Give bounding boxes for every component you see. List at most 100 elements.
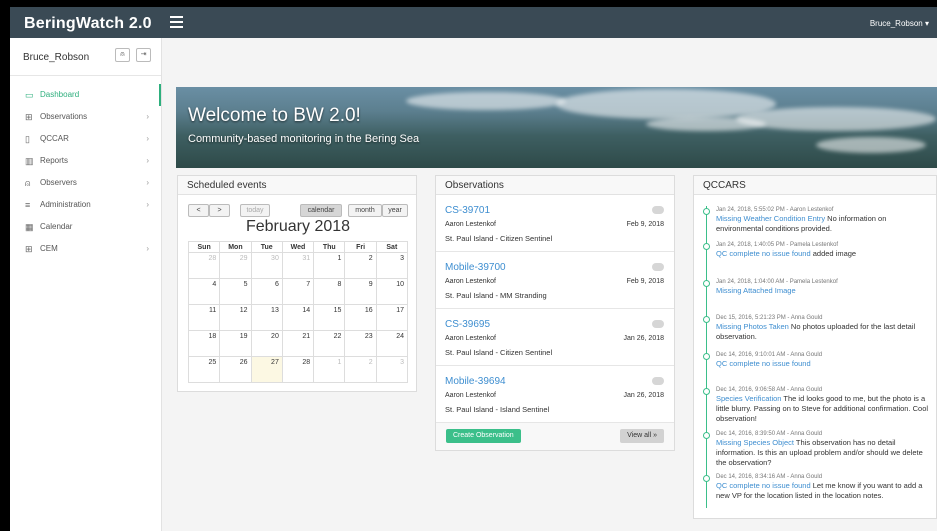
sidebar-item-reports[interactable]: ▥ Reports ›: [10, 150, 161, 172]
calendar-day-today[interactable]: 27: [250, 356, 283, 383]
qccar-entry: Jan 24, 2018, 1:40:05 PM - Pamela Lesten…: [703, 242, 931, 259]
comment-count-badge: [652, 320, 664, 328]
calendar-day[interactable]: 22: [313, 330, 346, 357]
calendar-day[interactable]: 25: [187, 356, 221, 383]
next-month-button[interactable]: >: [209, 204, 230, 217]
sidebar-item-label: Observers: [40, 178, 77, 187]
weekday-header: Fri: [344, 241, 377, 253]
calendar-month-title: February 2018: [245, 218, 351, 235]
create-observation-button[interactable]: Create Observation: [446, 429, 521, 443]
binoculars-icon: ⊞: [25, 112, 33, 122]
qccar-body: Missing Weather Condition Entry No infor…: [716, 214, 931, 234]
clipboard-icon: ▯: [25, 134, 30, 144]
qccar-type-link[interactable]: Missing Weather Condition Entry: [716, 214, 825, 223]
calendar-day[interactable]: 2: [344, 356, 377, 383]
observation-item: CS-39701 Aaron Lestenkof Feb 9, 2018 St. Pa…: [436, 195, 674, 252]
qccar-type-link[interactable]: Missing Species Object: [716, 438, 794, 447]
calendar-day[interactable]: 3: [375, 252, 409, 279]
calendar-day[interactable]: 17: [375, 304, 409, 331]
calendar-day[interactable]: 11: [187, 304, 221, 331]
qccar-body: Missing Attached Image: [716, 286, 931, 296]
weekday-header: Mon: [219, 241, 252, 253]
qccar-meta: Dec 14, 2016, 9:06:58 AM - Anna Gould: [716, 387, 823, 393]
qccar-type-link[interactable]: Species Verification: [716, 394, 781, 403]
user-menu-dropdown[interactable]: Bruce_Robson ▾: [870, 19, 929, 28]
month-view-button[interactable]: month: [348, 204, 382, 217]
observer-name: Aaron Lestenkof: [445, 278, 496, 285]
observation-id-link[interactable]: CS-39695: [445, 319, 665, 330]
view-all-button[interactable]: View all »: [620, 429, 664, 443]
calendar-day[interactable]: 3: [375, 356, 409, 383]
sidebar-item-observations[interactable]: ⊞ Observations ›: [10, 106, 161, 128]
hero-title: Welcome to BW 2.0!: [188, 105, 361, 126]
sidebar-item-administration[interactable]: ≡ Administration ›: [10, 194, 161, 216]
calendar-day[interactable]: 10: [375, 278, 409, 305]
qccar-type-link[interactable]: QC complete no issue found: [716, 481, 811, 490]
calendar-day[interactable]: 21: [281, 330, 315, 357]
calendar-day[interactable]: 23: [344, 330, 377, 357]
logout-icon[interactable]: ⇥: [136, 48, 151, 62]
sidebar-item-cem[interactable]: ⊞ CEM ›: [10, 238, 161, 260]
calendar-view-button[interactable]: calendar: [300, 204, 342, 217]
year-view-button[interactable]: year: [382, 204, 408, 217]
calendar-day[interactable]: 8: [313, 278, 346, 305]
sidebar-user-panel: Bruce_Robson ⍝ ⇥: [10, 38, 161, 76]
calendar-day[interactable]: 14: [281, 304, 315, 331]
observation-id-link[interactable]: Mobile-39694: [445, 376, 665, 387]
chevron-right-icon: ›: [146, 112, 149, 121]
weekday-header: Sat: [375, 241, 409, 253]
qccars-panel: QCCARS Jan 24, 2018, 5:55:02 PM - Aaron …: [693, 175, 937, 519]
qccar-entry: Dec 14, 2016, 9:10:01 AM - Anna Gould QC …: [703, 352, 931, 369]
observations-panel: Observations CS-39701 Aaron Lestenkof Feb …: [435, 175, 675, 451]
qccar-type-link[interactable]: Missing Attached Image: [716, 286, 796, 295]
calendar-day[interactable]: 9: [344, 278, 377, 305]
observation-id-link[interactable]: Mobile-39700: [445, 262, 665, 273]
calendar-day[interactable]: 20: [250, 330, 283, 357]
profile-icon[interactable]: ⍝: [115, 48, 130, 62]
calendar-day[interactable]: 29: [219, 252, 252, 279]
calendar-day[interactable]: 1: [313, 356, 346, 383]
observation-item: Mobile-39694 Aaron Lestenkof Jan 26, 2018 S…: [436, 366, 674, 423]
calendar-day[interactable]: 26: [219, 356, 252, 383]
panel-title: Observations: [436, 176, 674, 195]
sidebar-item-qccar[interactable]: ▯ QCCAR ›: [10, 128, 161, 150]
chevron-right-icon: ›: [146, 134, 149, 143]
calendar-day[interactable]: 28: [187, 252, 221, 279]
sidebar-item-dashboard[interactable]: ▭ Dashboard: [10, 84, 161, 106]
calendar-day[interactable]: 31: [281, 252, 315, 279]
sidebar-item-calendar[interactable]: ▦ Calendar: [10, 216, 161, 238]
observation-location: St. Paul Island - Citizen Sentinel: [445, 348, 553, 357]
calendar-day[interactable]: 16: [344, 304, 377, 331]
calendar-day[interactable]: 19: [219, 330, 252, 357]
prev-month-button[interactable]: <: [188, 204, 209, 217]
menu-icon: ≡: [25, 200, 31, 210]
calendar-day[interactable]: 5: [219, 278, 252, 305]
timeline-dot-icon: [703, 243, 710, 250]
brand-logo[interactable]: BeringWatch 2.0: [24, 15, 152, 33]
sidebar-item-observers[interactable]: ⍝ Observers ›: [10, 172, 161, 194]
observer-name: Aaron Lestenkof: [445, 221, 496, 228]
calendar-day[interactable]: 4: [187, 278, 221, 305]
qccar-type-link[interactable]: Missing Photos Taken: [716, 322, 789, 331]
timeline-dot-icon: [703, 280, 710, 287]
calendar-day[interactable]: 6: [250, 278, 283, 305]
qccar-type-link[interactable]: QC complete no issue found: [716, 359, 811, 368]
calendar-day[interactable]: 18: [187, 330, 221, 357]
calendar-day[interactable]: 24: [375, 330, 409, 357]
calendar-day[interactable]: 15: [313, 304, 346, 331]
observation-id-link[interactable]: CS-39701: [445, 205, 665, 216]
calendar-day[interactable]: 28: [281, 356, 315, 383]
calendar-day[interactable]: 2: [344, 252, 377, 279]
calendar-day[interactable]: 12: [219, 304, 252, 331]
sidebar-menu: ▭ Dashboard ⊞ Observations › ▯ QCCAR › ▥ Reports ›…: [10, 84, 161, 260]
qccar-entry: Jan 24, 2018, 5:55:02 PM - Aaron Lestenk…: [703, 207, 931, 234]
qccar-type-link[interactable]: QC complete no issue found: [716, 249, 811, 258]
calendar-day[interactable]: 30: [250, 252, 283, 279]
hamburger-menu-icon[interactable]: [170, 16, 183, 28]
calendar-day[interactable]: 1: [313, 252, 346, 279]
today-button[interactable]: today: [240, 204, 270, 217]
calendar-day[interactable]: 13: [250, 304, 283, 331]
sidebar: Bruce_Robson ⍝ ⇥ ▭ Dashboard ⊞ Observations…: [10, 38, 162, 531]
calendar-day[interactable]: 7: [281, 278, 315, 305]
timeline-dot-icon: [703, 432, 710, 439]
